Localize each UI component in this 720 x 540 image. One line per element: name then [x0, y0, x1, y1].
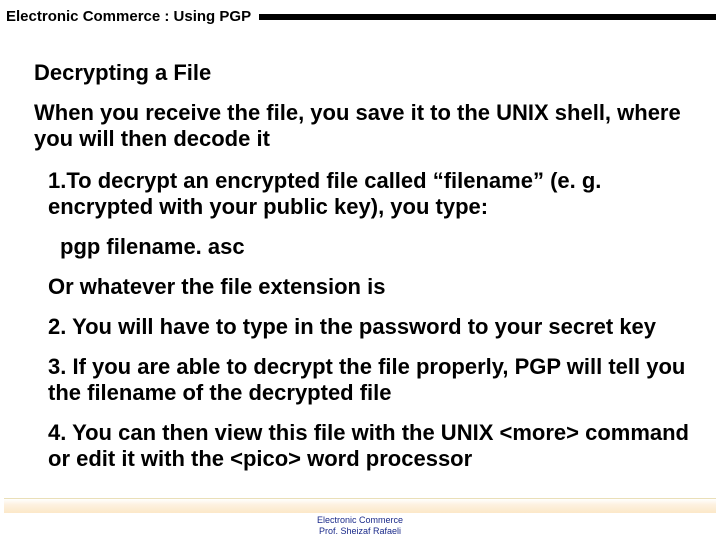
command-note: Or whatever the file extension is: [48, 274, 690, 300]
slide-footer: Electronic Commerce Prof. Sheizaf Rafael…: [0, 498, 720, 536]
footer-rule: [4, 498, 716, 513]
step-1: 1.To decrypt an encrypted file called “f…: [48, 168, 690, 220]
footer-line-2: Prof. Sheizaf Rafaeli: [0, 526, 720, 536]
step-2: 2. You will have to type in the password…: [48, 314, 690, 340]
step-4: 4. You can then view this file with the …: [48, 420, 690, 472]
intro-paragraph: When you receive the file, you save it t…: [34, 100, 690, 152]
slide-body: Decrypting a File When you receive the f…: [34, 60, 690, 485]
header-rule: [259, 14, 716, 20]
footer-line-1: Electronic Commerce: [0, 515, 720, 525]
slide-header-title: Electronic Commerce : Using PGP: [6, 8, 259, 25]
slide-header: Electronic Commerce : Using PGP: [6, 8, 716, 25]
command-line: pgp filename. asc: [60, 234, 690, 260]
step-3: 3. If you are able to decrypt the file p…: [48, 354, 690, 406]
section-heading: Decrypting a File: [34, 60, 690, 86]
slide: Electronic Commerce : Using PGP Decrypti…: [0, 0, 720, 540]
